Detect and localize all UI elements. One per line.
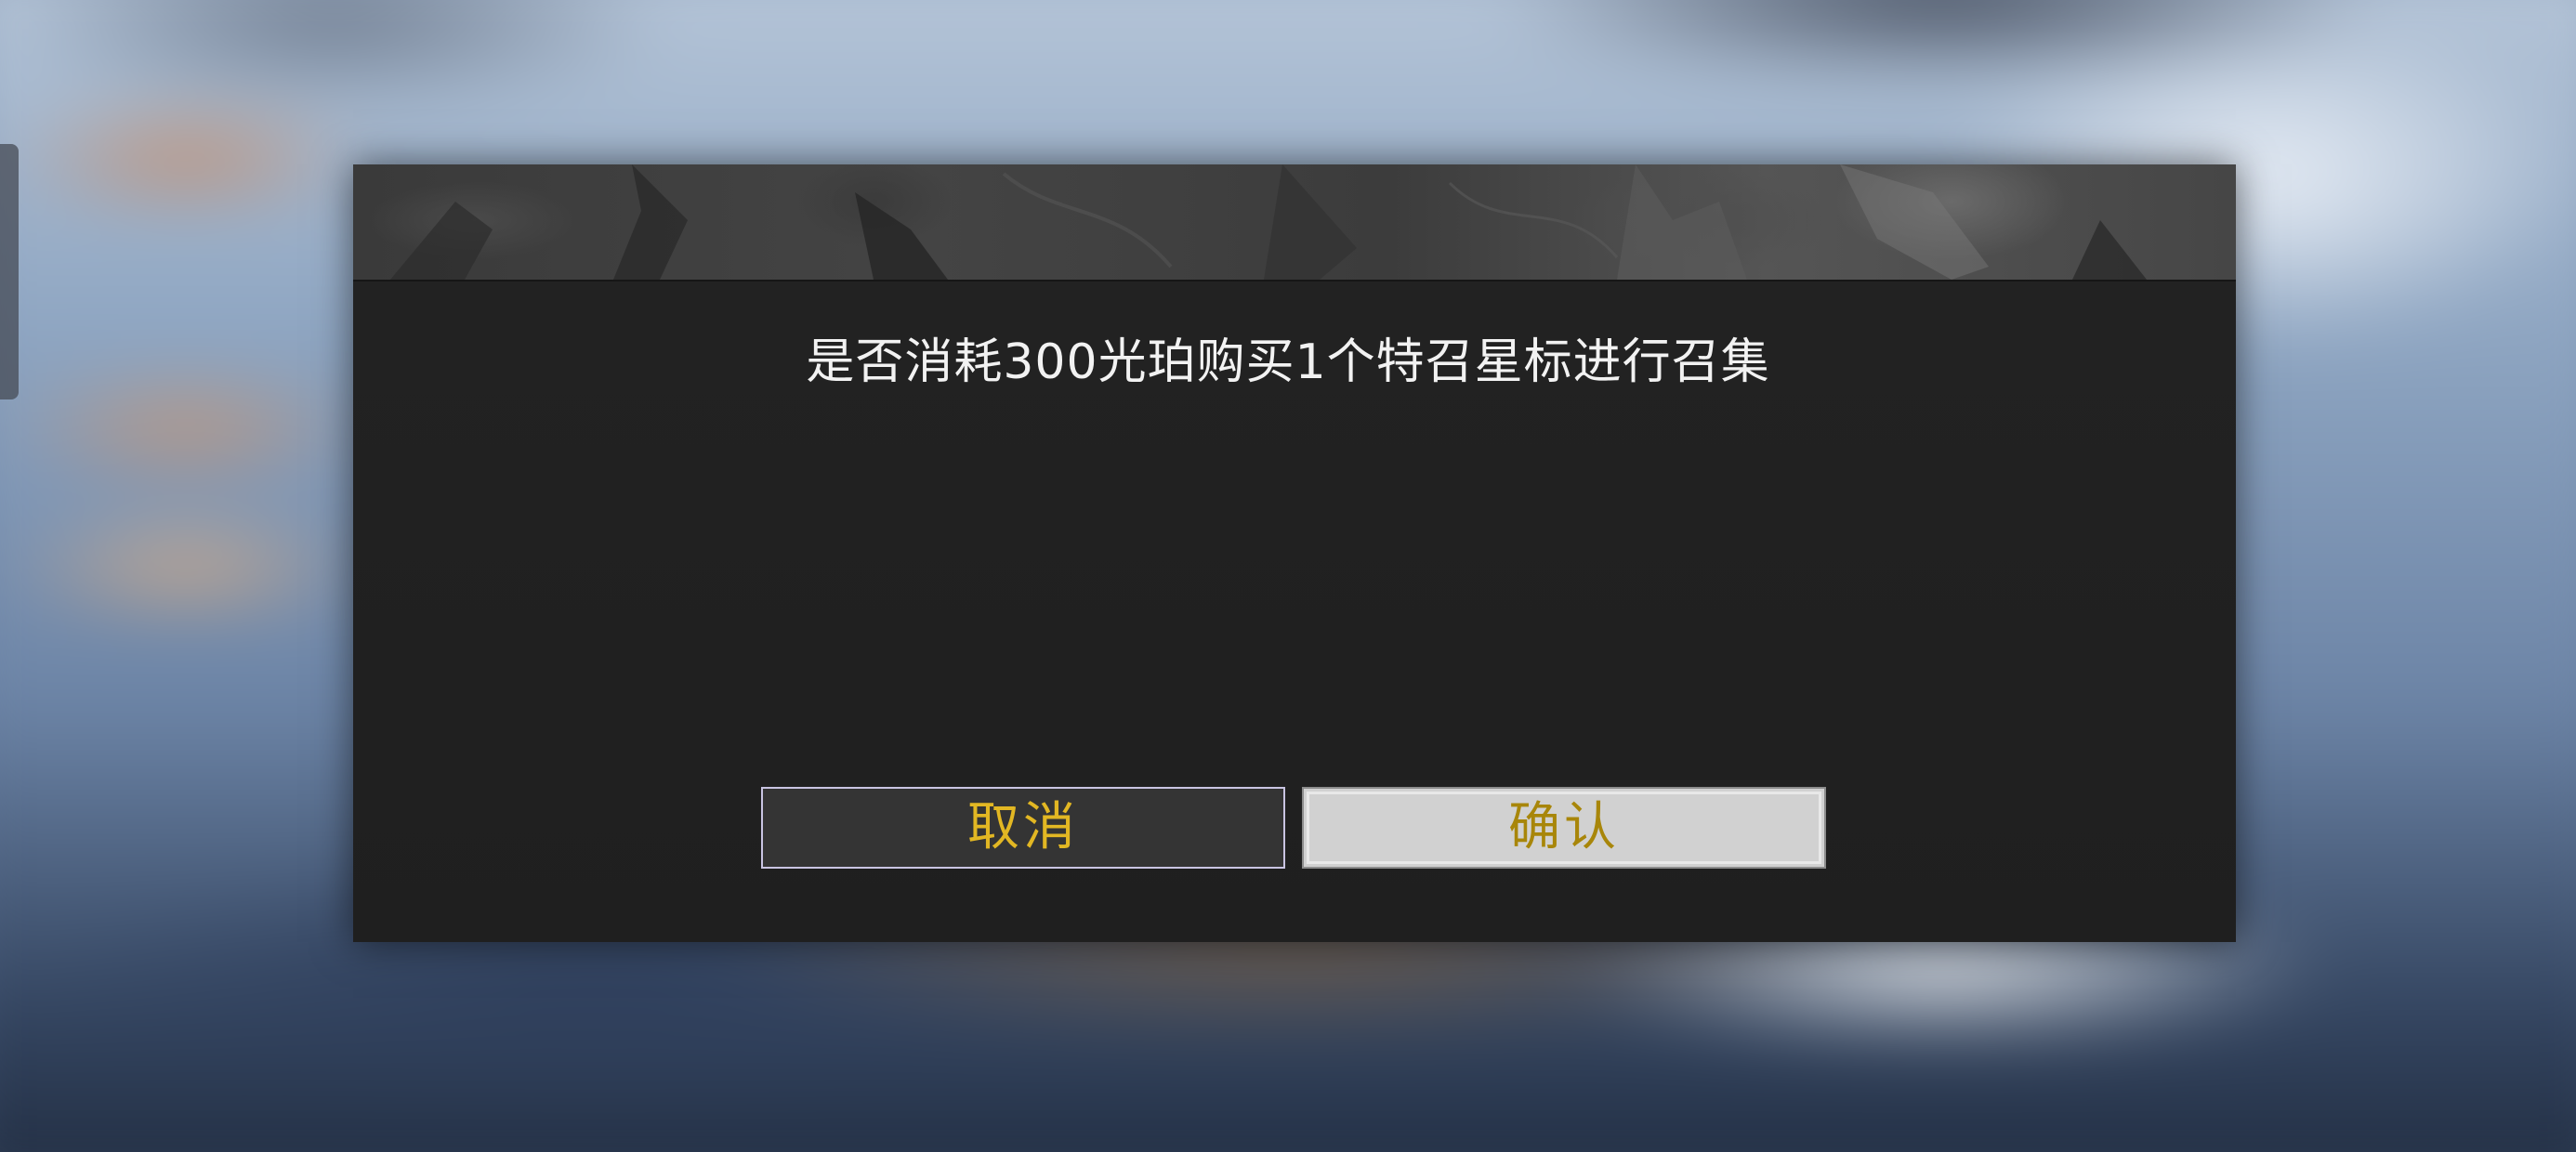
confirm-message: 是否消耗300光珀购买1个特召星标进行召集 xyxy=(806,334,1770,390)
purchase-confirm-dialog xyxy=(353,164,2236,942)
confirm-button[interactable]: 确认 xyxy=(1302,787,1826,869)
dialog-banner-art xyxy=(353,164,2236,281)
game-screen: 是否消耗300光珀购买1个特召星标进行召集 取消 确认 xyxy=(0,0,2576,1152)
cancel-button[interactable]: 取消 xyxy=(761,787,1285,869)
banner-illustration xyxy=(390,164,2147,280)
